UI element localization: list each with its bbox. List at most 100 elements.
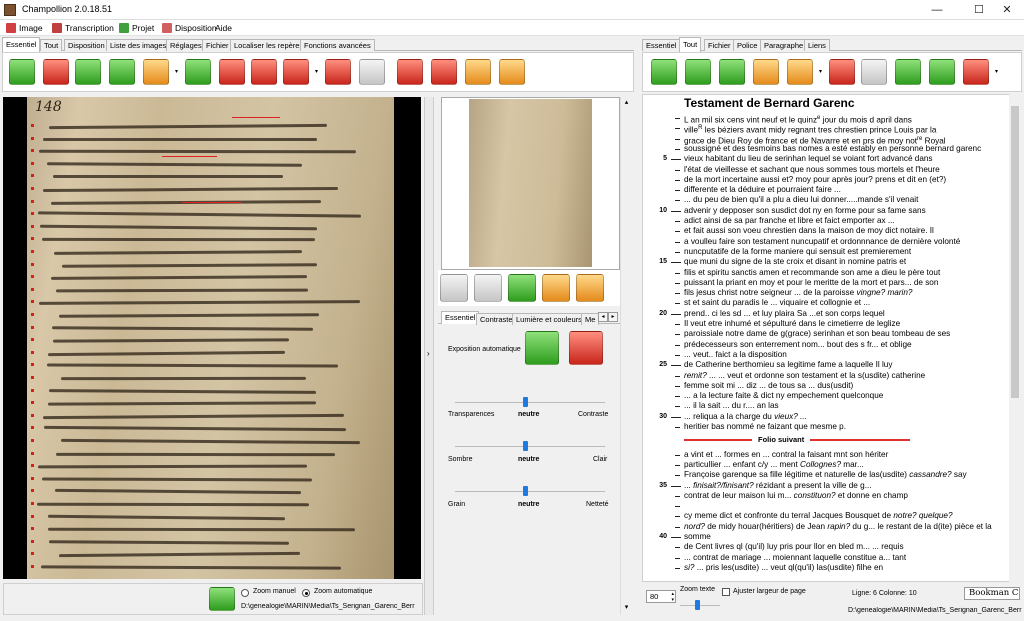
menu-image[interactable]: Image bbox=[6, 22, 43, 34]
transcription-segment: mar... bbox=[841, 459, 864, 469]
line-tick bbox=[671, 365, 681, 367]
transcription-line: de Catherine berthomieu sa legitime fame… bbox=[684, 360, 892, 370]
transcription-segment: de midy houar(héritiers) de Jean bbox=[704, 521, 828, 531]
folio-separator: Folio suivant bbox=[684, 435, 911, 445]
dropdown-arrow-icon[interactable]: ▾ bbox=[175, 69, 181, 75]
line-marker bbox=[31, 350, 34, 354]
font-selector[interactable]: Bookman C bbox=[964, 587, 1020, 600]
zoom-auto-radio[interactable] bbox=[302, 589, 310, 597]
save-folder-icon[interactable] bbox=[576, 274, 604, 302]
transcription-segment: rézidant a present la ville de g... bbox=[753, 480, 872, 490]
open-folder-icon[interactable] bbox=[542, 274, 570, 302]
tab-fonctions-avancees[interactable]: Fonctions avancées bbox=[300, 39, 375, 51]
list-green-icon[interactable] bbox=[929, 59, 955, 85]
scroll-down-icon[interactable]: ▾ bbox=[621, 602, 632, 613]
tab-tout-right[interactable]: Tout bbox=[679, 37, 702, 52]
slider-label-center: neutre bbox=[518, 411, 540, 418]
sharpness-slider-thumb[interactable] bbox=[523, 486, 528, 496]
brightness-slider-thumb[interactable] bbox=[523, 441, 528, 451]
print-red-icon[interactable] bbox=[963, 59, 989, 85]
tab-lumiere-couleurs[interactable]: Lumière et couleurs bbox=[512, 313, 586, 325]
tab-reglages[interactable]: Réglages bbox=[166, 39, 206, 51]
line-number: 20 bbox=[659, 309, 667, 317]
sharpness-slider-track[interactable] bbox=[455, 491, 605, 492]
add-page-icon[interactable] bbox=[651, 59, 677, 85]
dropdown-arrow-icon[interactable]: ▾ bbox=[315, 69, 321, 75]
spin-icon[interactable]: ▴ ▾ bbox=[671, 591, 674, 603]
tab-disposition[interactable]: Disposition bbox=[64, 39, 109, 51]
tab-fichier-right[interactable]: Fichier bbox=[704, 39, 735, 51]
text-zoom-thumb[interactable] bbox=[695, 600, 700, 610]
move-page-icon[interactable] bbox=[685, 59, 711, 85]
tab-scroll-left-icon[interactable]: ◂ bbox=[598, 312, 608, 322]
auto-exposure-off-icon[interactable] bbox=[569, 331, 603, 365]
tab-police[interactable]: Police bbox=[733, 39, 762, 51]
portrait-icon[interactable] bbox=[9, 59, 35, 85]
line-tick bbox=[675, 495, 680, 497]
tab-localiser-reperes[interactable]: Localiser les repères bbox=[230, 39, 308, 51]
tab-fichier[interactable]: Fichier bbox=[202, 39, 233, 51]
text-zoom-track[interactable] bbox=[680, 605, 720, 606]
scrollbar-thumb[interactable] bbox=[1011, 106, 1019, 398]
scroll-up-icon[interactable]: ▴ bbox=[621, 97, 632, 108]
lock-slider-icon[interactable] bbox=[508, 274, 536, 302]
rotate-icon[interactable] bbox=[251, 59, 277, 85]
fit-width-checkbox[interactable] bbox=[722, 588, 730, 596]
transcription-segment: rapin? bbox=[827, 521, 851, 531]
magnifier-icon[interactable] bbox=[75, 59, 101, 85]
dropdown-arrow-icon[interactable]: ▾ bbox=[995, 69, 1001, 75]
page-thumbnail[interactable] bbox=[469, 99, 592, 267]
transparency-slider-thumb[interactable] bbox=[523, 397, 528, 407]
brightness-slider-track[interactable] bbox=[455, 446, 605, 447]
tab-paragraphe[interactable]: Paragraphe bbox=[760, 39, 808, 51]
export-icon[interactable] bbox=[219, 59, 245, 85]
print-icon[interactable] bbox=[431, 59, 457, 85]
settings-scrollbar[interactable]: ▴ ▾ bbox=[620, 97, 631, 615]
minimize-button[interactable]: — bbox=[920, 0, 954, 20]
text-document-icon[interactable] bbox=[829, 59, 855, 85]
transcription-segment: fils jesus christ notre seigneur ... de … bbox=[684, 288, 857, 298]
document-red-icon[interactable] bbox=[43, 59, 69, 85]
transcription-line: puissant la priant en moy et pour le mer… bbox=[684, 278, 938, 288]
transparency-slider-track[interactable] bbox=[455, 402, 605, 403]
tab-liens[interactable]: Liens bbox=[804, 39, 830, 51]
zoom-manual-radio[interactable] bbox=[241, 589, 249, 597]
save-file-icon[interactable] bbox=[787, 59, 813, 85]
menu-transcription[interactable]: Transcription bbox=[52, 22, 114, 34]
folio-suivant-label: Folio suivant bbox=[758, 435, 805, 445]
auto-exposure-on-icon[interactable] bbox=[525, 331, 559, 365]
crop-icon[interactable] bbox=[283, 59, 309, 85]
transcription-line: paroissiale notre dame de g(grace) serin… bbox=[684, 329, 950, 339]
tab-essentiel-image[interactable]: Essentiel bbox=[441, 311, 480, 324]
list-icon[interactable] bbox=[325, 59, 351, 85]
previous-page-icon[interactable] bbox=[109, 59, 135, 85]
tab-more[interactable]: Me bbox=[581, 313, 600, 325]
transcription-scrollbar[interactable] bbox=[1009, 94, 1021, 582]
slider-label-left: Sombre bbox=[448, 456, 473, 463]
spellcheck-icon[interactable] bbox=[895, 59, 921, 85]
tab-liste-images[interactable]: Liste des images bbox=[106, 39, 171, 51]
tab-tout[interactable]: Tout bbox=[40, 39, 63, 51]
open-folder-icon[interactable] bbox=[143, 59, 169, 85]
hash-icon[interactable] bbox=[465, 59, 491, 85]
fit-image-icon[interactable] bbox=[209, 587, 235, 611]
tab-essentiel-right[interactable]: Essentiel bbox=[642, 39, 681, 51]
zoom-text-field[interactable]: 80 ▴ ▾ bbox=[646, 590, 676, 603]
refresh-icon[interactable] bbox=[397, 59, 423, 85]
transcription-line: vieux habitant du lieu de serinhan leque… bbox=[684, 154, 933, 164]
menu-projet[interactable]: Projet bbox=[119, 22, 154, 34]
next-page-icon[interactable] bbox=[185, 59, 211, 85]
menu-disposition[interactable]: Disposition bbox=[162, 22, 217, 34]
page-one-icon[interactable] bbox=[719, 59, 745, 85]
close-button[interactable]: ✕ bbox=[990, 0, 1024, 20]
tab-contraste[interactable]: Contraste bbox=[476, 313, 517, 325]
transcription-segment: somme bbox=[684, 532, 711, 541]
tab-scroll-right-icon[interactable]: ▸ bbox=[608, 312, 618, 322]
tab-essentiel[interactable]: Essentiel bbox=[2, 37, 41, 52]
import-icon[interactable] bbox=[499, 59, 525, 85]
open-file-icon[interactable] bbox=[753, 59, 779, 85]
dropdown-arrow-icon[interactable]: ▾ bbox=[819, 69, 825, 75]
menu-aide[interactable]: Aide bbox=[215, 22, 232, 34]
line-marker bbox=[31, 426, 34, 430]
panel-splitter[interactable]: › bbox=[424, 97, 434, 615]
